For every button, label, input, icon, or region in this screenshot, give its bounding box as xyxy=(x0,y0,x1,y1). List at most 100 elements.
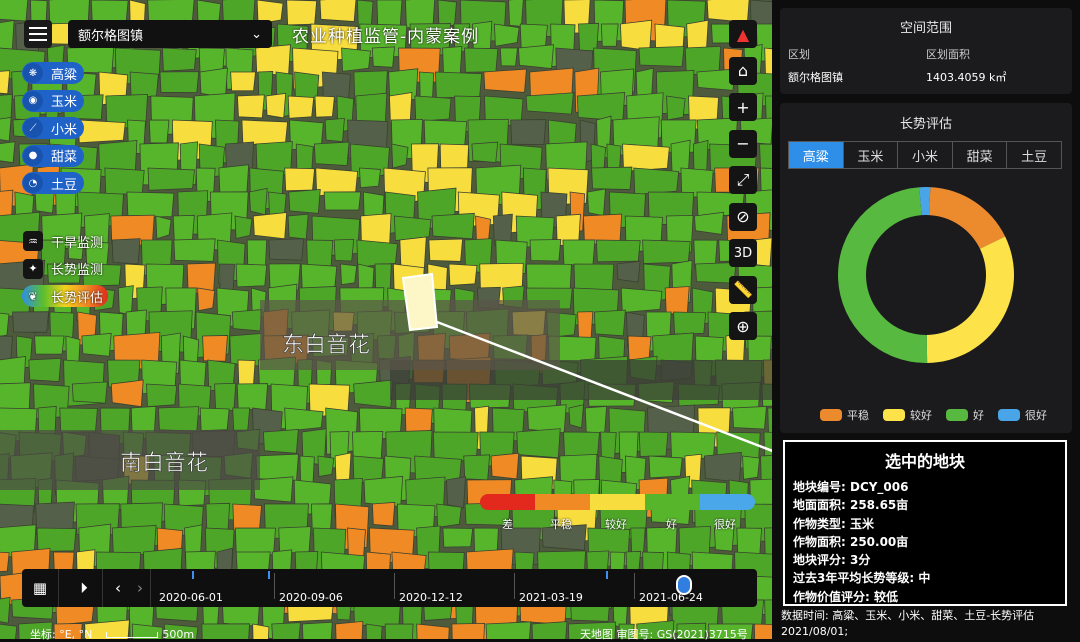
legend-item-good[interactable]: 好 xyxy=(946,407,984,423)
plot-crop-area: 作物面积: 250.00亩 xyxy=(793,534,909,549)
legend-label-stable: 平稳 xyxy=(550,518,572,531)
calendar-icon: ▦ xyxy=(32,579,48,597)
crop-item-potato[interactable]: ◔ 土豆 xyxy=(22,172,84,194)
timeline: ▦ ⏵ ‹ › 2020-06-01 2020-09-06 2020-12-12… xyxy=(22,569,757,607)
tab-potato[interactable]: 土豆 xyxy=(1007,142,1061,168)
sprout-icon: ✦ xyxy=(23,258,43,279)
legend-item-stable[interactable]: 平稳 xyxy=(820,407,869,423)
satellite-field-map[interactable]: 东白音花 南白音花 xyxy=(0,0,772,639)
map-controls: ▲ ⌂ + − ⤢ ⊘ 3D 📏 ⊕ xyxy=(729,20,757,349)
menu-icon xyxy=(29,27,47,29)
millet-icon: ⟋ xyxy=(23,118,43,138)
plot-crop-type: 作物类型: 玉米 xyxy=(793,516,874,531)
play-button[interactable]: ⏵ xyxy=(66,569,103,607)
donut-slice-0[interactable] xyxy=(928,187,1006,249)
zoom-in-button[interactable]: + xyxy=(729,93,757,121)
tab-sorghum[interactable]: 高粱 xyxy=(789,142,844,168)
data-time-note: 数据时间: 高粱、玉米、小米、甜菜、土豆-长势评估 2021/08/01; xyxy=(781,609,1035,638)
crosshair-icon: ⊕ xyxy=(736,316,750,336)
next-button[interactable]: › xyxy=(130,569,151,607)
legend-seg-fair xyxy=(590,494,645,510)
prev-button[interactable]: ‹ xyxy=(108,569,128,607)
timeline-date[interactable]: 2020-09-06 xyxy=(279,591,343,604)
leaf-icon: ❦ xyxy=(28,289,38,303)
crop-item-corn[interactable]: ◉ 玉米 xyxy=(22,89,84,112)
zoom-out-button[interactable]: − xyxy=(729,129,757,158)
district-value: 额尔格图镇 xyxy=(788,71,843,84)
tool-growth-assessment[interactable]: ❦ 长势评估 xyxy=(22,285,108,307)
donut-legend: 平稳 较好 好 很好 xyxy=(820,407,1047,423)
legend-seg-verygood xyxy=(700,494,755,510)
space-range-title: 空间范围 xyxy=(899,21,952,36)
measure-button[interactable]: 📏 xyxy=(729,275,757,304)
space-range-panel: 空间范围 区划 区划面积 额尔格图镇 1403.4059 k㎡ xyxy=(780,8,1072,94)
hide-layer-button[interactable]: ⊘ xyxy=(729,202,757,231)
sorghum-icon: ❋ xyxy=(23,63,43,83)
fullscreen-button[interactable]: ⤢ xyxy=(729,166,757,194)
crop-item-millet[interactable]: ⟋ 小米 xyxy=(22,117,84,139)
scale-bar xyxy=(106,632,159,638)
map-view[interactable]: 东白音花 南白音花 额尔格图镇 ⌄ 农业种植监管-内蒙案例 ❋ 高粱 ◉ 玉米 ⟋ 小… xyxy=(0,0,772,639)
timeline-date[interactable]: 2021-06-24 xyxy=(639,591,703,604)
chevron-right-icon: › xyxy=(137,579,143,597)
plot-avg-growth: 过去3年平均长势等级: 中 xyxy=(793,571,931,586)
eye-off-icon: ⊘ xyxy=(736,207,750,226)
growth-panel-title: 长势评估 xyxy=(899,117,952,132)
legend-seg-good xyxy=(645,494,700,510)
selected-plot-title: 选中的地块 xyxy=(884,452,965,471)
play-icon: ⏵ xyxy=(80,579,88,597)
home-icon: ⌂ xyxy=(737,61,749,80)
tool-growth-monitor[interactable]: ✦ 长势监测 xyxy=(22,258,112,280)
tab-millet[interactable]: 小米 xyxy=(898,142,953,168)
crop-tabs: 高粱 玉米 小米 甜菜 土豆 xyxy=(788,141,1062,169)
legend-item-verygood[interactable]: 很好 xyxy=(998,407,1047,423)
crop-layer-list: ❋ 高粱 ◉ 玉米 ⟋ 小米 ● 甜菜 ◔ 土豆 xyxy=(22,62,84,200)
calendar-button[interactable]: ▦ xyxy=(22,569,59,607)
minus-icon: − xyxy=(736,134,750,153)
donut-slice-1[interactable] xyxy=(926,236,1014,363)
legend-seg-poor xyxy=(480,494,535,510)
timeline-date[interactable]: 2020-06-01 xyxy=(159,591,223,604)
menu-button[interactable] xyxy=(24,20,52,48)
tool-drought-monitor[interactable]: ♒ 干旱监测 xyxy=(22,230,112,252)
growth-assessment-panel: 长势评估 高粱 玉米 小米 甜菜 土豆 平稳 较好 好 很好 xyxy=(780,103,1072,433)
analysis-tool-list: ♒ 干旱监测 ✦ 长势监测 ❦ 长势评估 xyxy=(22,230,112,313)
legend-seg-stable xyxy=(535,494,590,510)
legend-label-good: 好 xyxy=(666,518,677,531)
compass-icon: ▲ xyxy=(736,24,750,44)
locate-button[interactable]: ⊕ xyxy=(729,312,757,340)
chevron-down-icon: ⌄ xyxy=(251,26,262,42)
timeline-date[interactable]: 2020-12-12 xyxy=(399,591,463,604)
timeline-date[interactable]: 2021-03-19 xyxy=(519,591,583,604)
legend-item-fair[interactable]: 较好 xyxy=(883,407,932,423)
legend-label-poor: 差 xyxy=(502,518,513,531)
region-select[interactable]: 额尔格图镇 ⌄ xyxy=(68,20,272,48)
drought-icon: ♒ xyxy=(23,231,43,251)
legend-label-verygood: 很好 xyxy=(714,518,736,531)
selected-plot-outline xyxy=(401,272,439,332)
crop-item-sorghum[interactable]: ❋ 高粱 xyxy=(22,62,84,84)
place-label-dongbaiyinhua: 东白音花 xyxy=(282,333,370,358)
beet-icon: ● xyxy=(23,145,43,166)
timeline-slider-thumb[interactable] xyxy=(676,575,692,595)
growth-legend-bar xyxy=(480,494,755,510)
plot-score: 地块评分: 3分 xyxy=(793,553,871,568)
district-area-header: 区划面积 xyxy=(926,48,970,61)
compass-button[interactable]: ▲ xyxy=(729,20,757,48)
home-button[interactable]: ⌂ xyxy=(729,56,757,85)
corn-icon: ◉ xyxy=(23,90,43,111)
donut-slice-2[interactable] xyxy=(837,187,928,363)
district-area-value: 1403.4059 k㎡ xyxy=(926,71,1007,84)
fullscreen-icon: ⤢ xyxy=(736,170,750,189)
tab-beet[interactable]: 甜菜 xyxy=(953,142,1008,168)
plot-id: 地块编号: DCY_006 xyxy=(793,480,909,494)
growth-donut-chart xyxy=(837,187,1014,363)
3d-button[interactable]: 3D xyxy=(729,239,757,267)
map-copyright: 天地图 审图号: GS(2021)3715号 xyxy=(580,628,748,641)
region-select-value: 额尔格图镇 xyxy=(78,28,144,44)
crop-item-beet[interactable]: ● 甜菜 xyxy=(22,144,84,167)
tab-corn[interactable]: 玉米 xyxy=(844,142,899,168)
page-title: 农业种植监管-内蒙案例 xyxy=(292,27,480,47)
plot-value-score: 作物价值评分: 较低 xyxy=(793,589,898,604)
plus-icon: + xyxy=(736,97,750,117)
